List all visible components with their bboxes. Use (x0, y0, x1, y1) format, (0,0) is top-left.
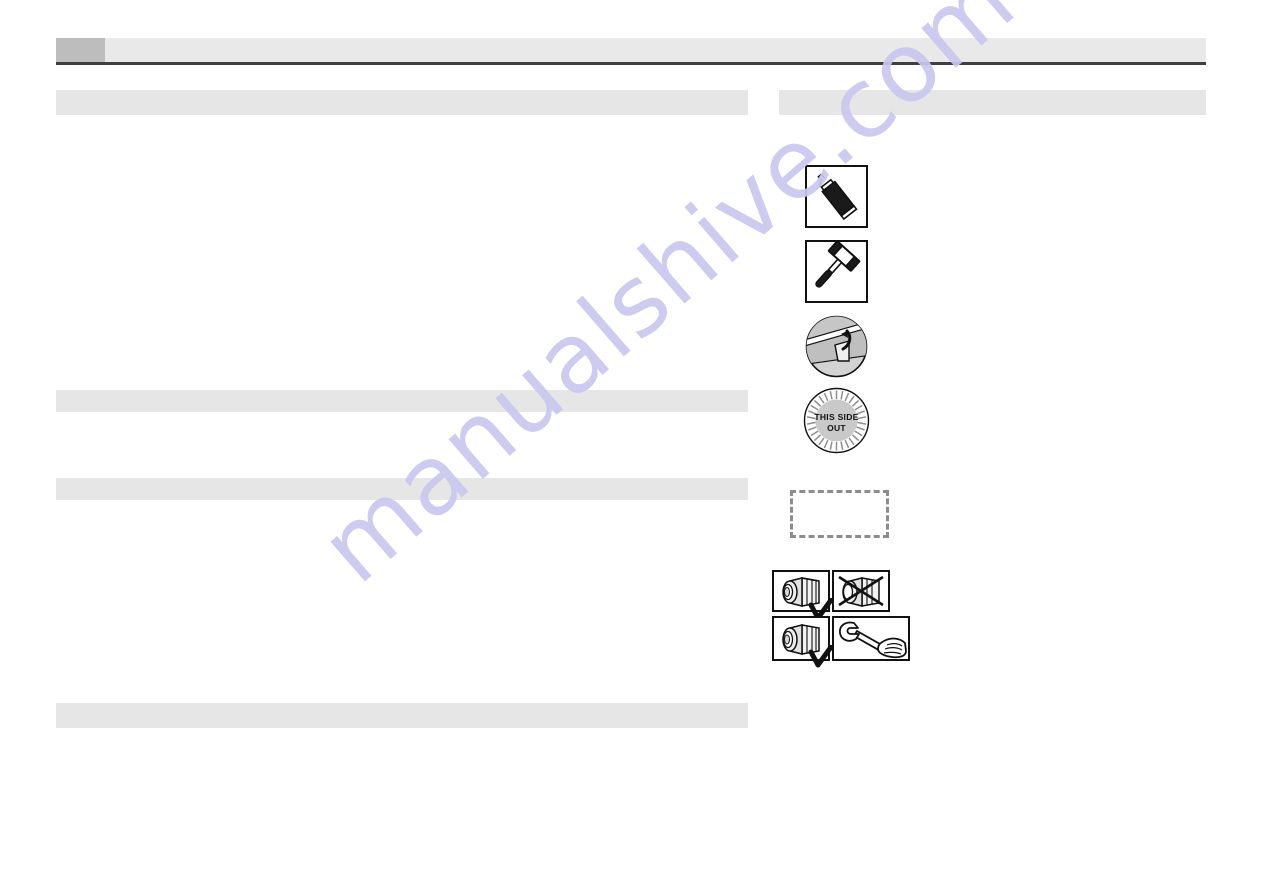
dashed-placeholder (790, 490, 889, 538)
pipe-fitting-crossed-icon (834, 572, 888, 610)
page-number (56, 38, 105, 63)
rubber-mallet-icon (807, 242, 866, 301)
header-band (56, 38, 1206, 63)
wrench-hand-cell (832, 616, 910, 661)
sealant-tube-pictogram (805, 165, 868, 228)
section-bar-r1 (779, 90, 1206, 115)
fitting-not-ok-cell (832, 570, 890, 612)
manual-page: manualshive.com THIS SIDE OUT (0, 0, 1263, 893)
peel-back-strip-icon (805, 315, 868, 378)
section-bar-4 (56, 703, 748, 728)
this-side-out-label-line-1: THIS SIDE (814, 412, 859, 422)
section-bar-2 (56, 390, 748, 412)
wrench-hand-icon (834, 618, 908, 659)
this-side-out-label-line-2: OUT (827, 423, 846, 433)
watermark-overlay: manualshive.com (0, 0, 1263, 893)
header-page-number-box (56, 38, 105, 63)
section-bar-3 (56, 478, 748, 500)
section-bar-1 (56, 90, 748, 115)
rubber-mallet-pictogram (805, 240, 868, 303)
header-rule (56, 62, 1206, 65)
peel-back-strip-pictogram (805, 315, 868, 378)
this-side-out-pictogram: THIS SIDE OUT (803, 387, 870, 454)
checkmark-bottom-icon (808, 645, 834, 671)
sealant-tube-icon (807, 167, 866, 226)
